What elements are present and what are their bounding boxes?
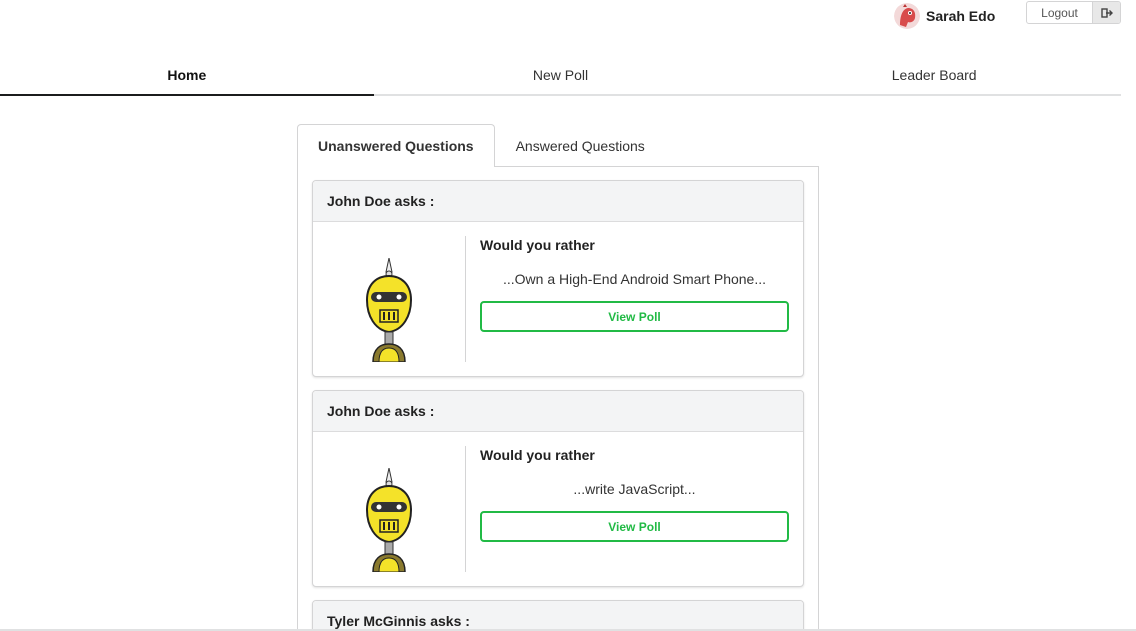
question-content: Would you rather ...write JavaScript... …	[466, 446, 803, 586]
user-bar: Sarah Edo Logout	[0, 0, 1136, 40]
question-author: John Doe asks :	[313, 391, 803, 432]
question-body: Would you rather ...write JavaScript... …	[313, 432, 803, 586]
question-option: ...write JavaScript...	[573, 481, 696, 497]
question-card: Tyler McGinnis asks :	[312, 600, 804, 631]
tab-panel: John Doe asks : Would you rather ...Own …	[297, 167, 819, 631]
questions-tabs: Unanswered Questions Answered Questions …	[297, 124, 819, 631]
logout-button[interactable]: Logout	[1026, 1, 1121, 24]
tab-answered[interactable]: Answered Questions	[495, 124, 666, 167]
question-prompt: Would you rather	[480, 447, 595, 463]
nav-new-poll[interactable]: New Poll	[374, 55, 748, 94]
nav-home[interactable]: Home	[0, 55, 374, 96]
author-image	[313, 446, 466, 572]
avatar	[894, 3, 920, 29]
author-image	[313, 236, 466, 362]
question-option: ...Own a High-End Android Smart Phone...	[502, 271, 767, 287]
tab-row: Unanswered Questions Answered Questions	[297, 124, 819, 167]
logout-label: Logout	[1041, 5, 1078, 20]
user-name: Sarah Edo	[926, 8, 996, 24]
main-nav: Home New Poll Leader Board	[0, 55, 1121, 96]
nav-home-label: Home	[167, 66, 207, 83]
robot-avatar	[365, 258, 413, 362]
nav-leader-board[interactable]: Leader Board	[747, 55, 1121, 94]
user-info: Sarah Edo	[894, 2, 995, 30]
nav-new-poll-label: New Poll	[532, 66, 589, 83]
robot-avatar	[365, 468, 413, 572]
question-author: John Doe asks :	[313, 181, 803, 222]
tab-answered-label: Answered Questions	[515, 138, 645, 154]
question-content: Would you rather ...Own a High-End Andro…	[466, 236, 803, 376]
tab-unanswered-label: Unanswered Questions	[318, 138, 474, 154]
tab-unanswered[interactable]: Unanswered Questions	[297, 124, 495, 167]
view-poll-button[interactable]: View Poll	[480, 511, 789, 542]
question-prompt: Would you rather	[480, 237, 595, 253]
question-card: John Doe asks :	[312, 390, 804, 587]
sign-out-icon	[1092, 2, 1120, 23]
tab-divider	[485, 166, 819, 167]
question-author: Tyler McGinnis asks :	[313, 601, 803, 631]
nav-leader-board-label: Leader Board	[891, 66, 977, 83]
view-poll-button[interactable]: View Poll	[480, 301, 789, 332]
question-card: John Doe asks :	[312, 180, 804, 377]
question-body: Would you rather ...Own a High-End Andro…	[313, 222, 803, 376]
